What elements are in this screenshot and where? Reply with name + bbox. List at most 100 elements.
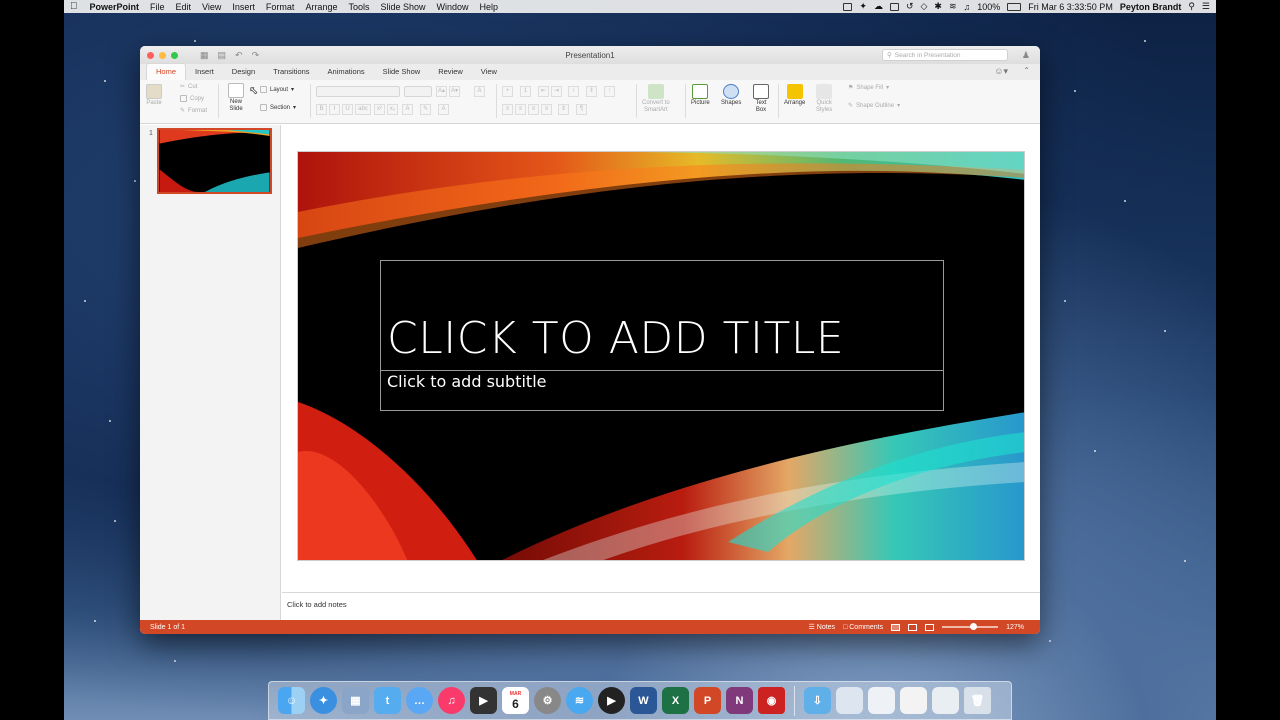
battery-percent[interactable]: 100% [977,2,1000,12]
onenote-icon[interactable]: N [726,687,753,714]
calendar-icon[interactable]: MAR 6 [502,687,529,714]
minimize-window-button[interactable] [159,51,166,59]
word-icon[interactable]: W [630,687,657,714]
close-window-button[interactable] [147,51,154,59]
columns-icon[interactable]: ‖ [586,86,597,97]
feedback-smiley-icon[interactable]: ☺▾ [994,66,1008,77]
reading-view-icon[interactable] [925,623,935,631]
tab-insert[interactable]: Insert [186,67,223,80]
finder-icon[interactable]: ☺ [278,687,305,714]
copy-button[interactable]: Copy [180,95,204,102]
picture-button[interactable]: Picture [691,84,710,107]
tab-view[interactable]: View [472,67,506,80]
tab-transitions[interactable]: Transitions [264,67,318,80]
airdrop-icon[interactable]: ≋ [566,687,593,714]
menu-help[interactable]: Help [480,2,499,12]
align-center-icon[interactable]: ≡ [515,104,526,115]
arrange-button[interactable]: Arrange [784,84,805,107]
menu-view[interactable]: View [202,2,221,12]
text-direction-icon[interactable]: ↑ [604,86,615,97]
menu-edit[interactable]: Edit [176,2,192,12]
numbering-icon[interactable]: 1 [520,86,531,97]
datetime[interactable]: Fri Mar 6 3:33:50 PM [1028,2,1113,12]
folder-stack-icon[interactable] [836,687,863,714]
zoom-level[interactable]: 127% [1006,624,1024,631]
quick-styles-button[interactable]: Quick Styles [816,84,832,114]
document-stack-icon[interactable] [932,687,959,714]
tab-slide-show[interactable]: Slide Show [374,67,430,80]
slide-canvas[interactable]: CLICK TO ADD TITLE Click to add subtitle [297,151,1025,561]
menu-app-name[interactable]: PowerPoint [90,2,140,12]
messages-icon[interactable]: … [406,687,433,714]
volume-icon[interactable]: ♫ [964,2,971,12]
bluetooth-icon[interactable]: ✱ [934,1,942,12]
zoom-slider-knob[interactable] [970,623,978,630]
document-stack-icon[interactable] [868,687,895,714]
strikethrough-button[interactable]: abc [355,104,371,115]
clear-format-icon[interactable]: A [474,86,485,97]
menu-window[interactable]: Window [437,2,469,12]
zoom-slider[interactable] [942,623,999,630]
decrease-font-icon[interactable]: A▾ [449,86,460,97]
font-color-icon[interactable]: A [438,104,449,115]
paragraph-spacing-icon[interactable]: ¶ [576,104,587,115]
itunes-icon[interactable]: ♫ [438,687,465,714]
notes-pane[interactable]: Click to add notes [282,592,1040,620]
shape-outline-button[interactable]: ✎ Shape Outline ▾ [848,102,900,110]
format-painter-button[interactable]: ✎ Format [180,107,207,115]
spotlight-icon[interactable]: ⚲ [1188,1,1195,12]
preview-icon[interactable]: ▦ [342,687,369,714]
cut-button[interactable]: ✂ Cut [180,83,197,91]
menu-insert[interactable]: Insert [232,2,255,12]
paste-button[interactable]: Paste [146,84,162,107]
powerpoint-icon[interactable]: P [694,687,721,714]
increase-indent-icon[interactable]: ⇥ [551,86,562,97]
slide-sorter-icon[interactable] [908,623,918,631]
menu-slide-show[interactable]: Slide Show [380,2,425,12]
increase-font-icon[interactable]: A▴ [436,86,447,97]
collapse-ribbon-icon[interactable]: ⌃ [1023,66,1030,75]
downloads-folder-icon[interactable]: ⇩ [804,687,831,714]
battery-icon[interactable] [1007,2,1022,11]
align-text-icon[interactable]: ⇕ [558,104,569,115]
apple-menu-icon[interactable]:  [70,1,78,12]
normal-view-icon[interactable] [891,623,901,631]
trash-icon[interactable]: 🗑 [964,687,991,714]
notes-button[interactable]: ☰ Notes [809,623,836,631]
search-input[interactable]: ⚲ Search in Presentation [882,49,1008,61]
menu-file[interactable]: File [150,2,165,12]
menu-arrange[interactable]: Arrange [305,2,337,12]
open-folder-icon[interactable]: ▤ [218,50,227,61]
wifi-icon[interactable]: ≋ [949,1,957,12]
align-left-icon[interactable]: ≡ [502,104,513,115]
title-placeholder[interactable]: CLICK TO ADD TITLE Click to add subtitle [380,260,944,411]
system-preferences-icon[interactable]: ⚙ [534,687,561,714]
align-right-icon[interactable]: ≡ [528,104,539,115]
screen-record-icon[interactable] [843,2,853,11]
subscript-icon[interactable]: x₂ [387,104,398,115]
redo-icon[interactable]: ↷ [252,50,260,61]
bold-button[interactable]: B [316,104,327,115]
tab-home[interactable]: Home [146,63,187,80]
line-spacing-icon[interactable]: ↕ [568,86,579,97]
highlight-icon[interactable]: ✎ [420,104,431,115]
notes-placeholder[interactable]: Click to add notes [287,600,347,609]
twitter-status-icon[interactable]: ✦ [859,1,867,12]
safari-icon[interactable]: ✦ [310,687,337,714]
menu-tools[interactable]: Tools [348,2,369,12]
underline-button[interactable]: U [342,104,353,115]
text-box-button[interactable]: Text Box [753,84,769,114]
slide-title[interactable]: CLICK TO ADD TITLE [387,313,844,364]
text-effects-icon[interactable]: A [402,104,413,115]
shape-fill-button[interactable]: ⚑ Shape Fill ▾ [848,84,889,92]
lock-icon[interactable]: ◇ [920,1,927,12]
new-slide-button[interactable]: New Slide [228,83,244,113]
document-stack-icon[interactable] [900,687,927,714]
bullets-icon[interactable]: • [502,86,513,97]
italic-button[interactable]: I [329,104,340,115]
cloud-icon[interactable]: ☁ [874,1,883,12]
excel-icon[interactable]: X [662,687,689,714]
justify-icon[interactable]: ≡ [541,104,552,115]
photo-booth-icon[interactable]: ◉ [758,687,785,714]
save-icon[interactable]: ▦ [200,50,209,61]
